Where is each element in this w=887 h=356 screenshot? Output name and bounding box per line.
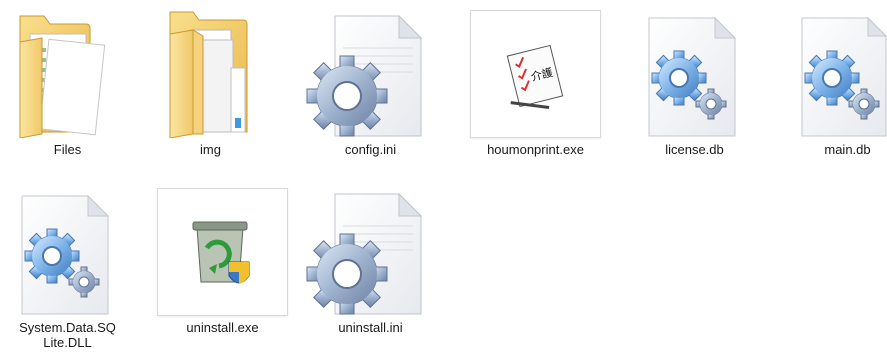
file-item-houmonprint-exe[interactable]: 介護 houmonprint.exe <box>468 8 603 157</box>
file-explorer-view: { "files": [ {"name": "Files", "type": "… <box>0 0 887 356</box>
file-name-label: Files <box>53 142 82 157</box>
file-item-system-data-sqlite-dll[interactable]: System.Data.SQLite.DLL <box>0 186 135 350</box>
houmonprint-app-icon: 介護 <box>506 44 564 110</box>
file-name-label: houmonprint.exe <box>487 142 584 157</box>
folder-icon <box>19 15 106 138</box>
recycle-bin-shield-icon <box>192 221 250 284</box>
gear-document-icon <box>648 16 737 137</box>
file-name-label: System.Data.SQLite.DLL <box>19 320 116 350</box>
gear-document-icon <box>306 192 423 315</box>
file-name-label: img <box>200 142 221 157</box>
gear-document-icon <box>801 16 887 137</box>
file-item-files-folder[interactable]: Files <box>0 8 135 157</box>
file-item-img-folder[interactable]: img <box>143 8 278 157</box>
file-item-uninstall-exe[interactable]: uninstall.exe <box>155 186 290 335</box>
file-name-label: license.db <box>665 142 724 157</box>
file-name-label: uninstall.ini <box>338 320 403 335</box>
folder-icon <box>169 11 248 138</box>
file-name-label: main.db <box>824 142 871 157</box>
file-item-main-db[interactable]: main.db <box>780 8 887 157</box>
gear-document-icon <box>21 194 110 315</box>
file-item-license-db[interactable]: license.db <box>627 8 762 157</box>
file-name-label: uninstall.exe <box>186 320 259 335</box>
file-name-label: config.ini <box>344 142 397 157</box>
file-item-uninstall-ini[interactable]: uninstall.ini <box>303 186 438 335</box>
file-item-config-ini[interactable]: config.ini <box>303 8 438 157</box>
gear-document-icon <box>306 14 423 137</box>
